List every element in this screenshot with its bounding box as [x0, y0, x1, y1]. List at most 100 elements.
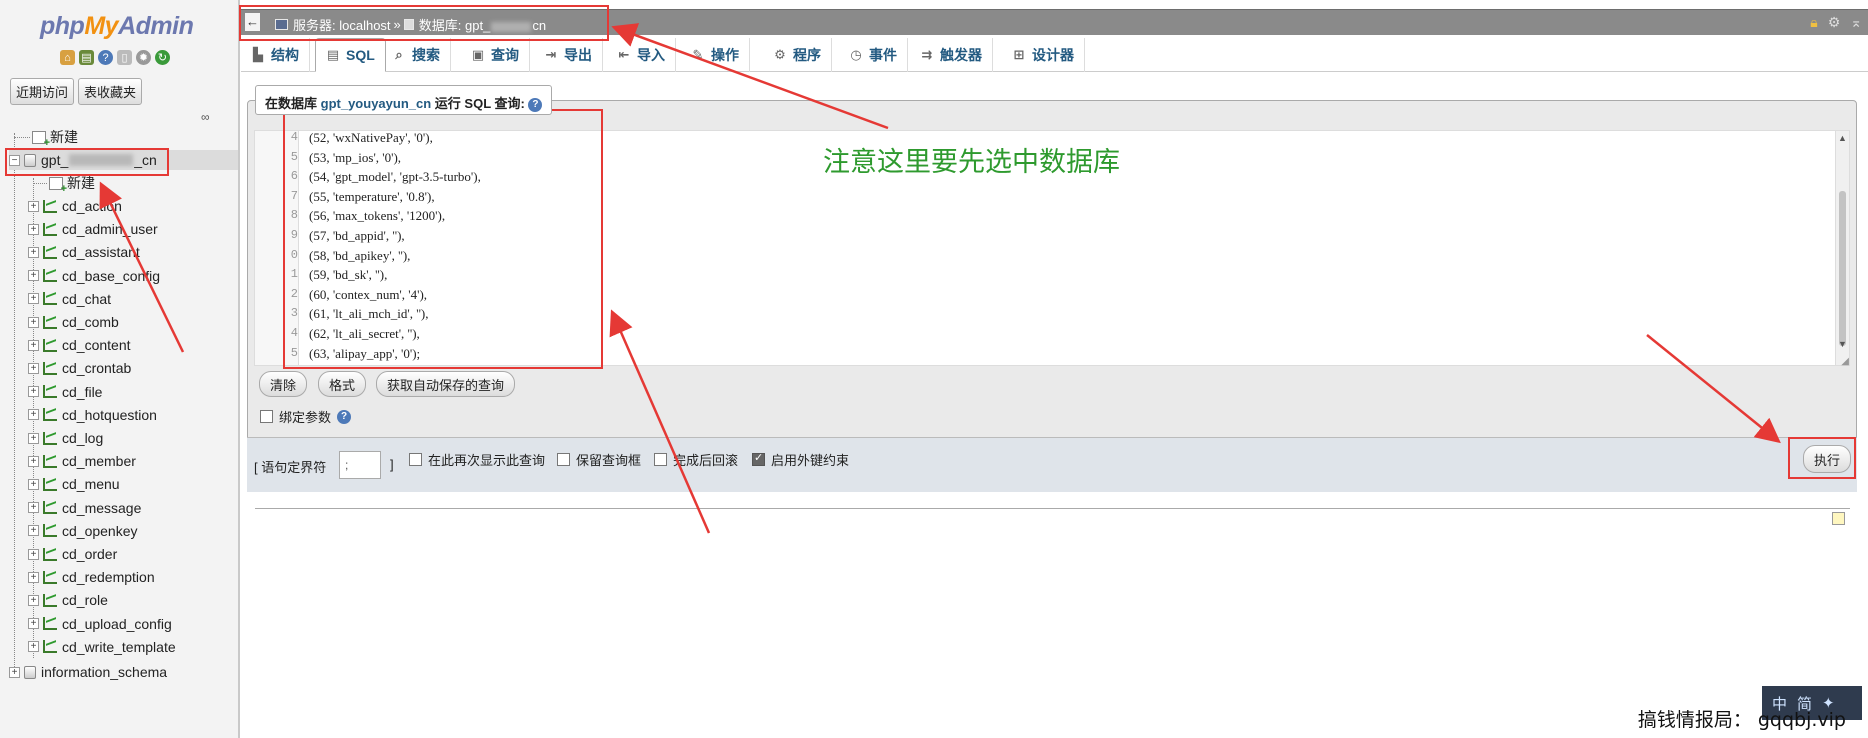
show-query-again-option[interactable]: 在此再次显示此查询: [409, 450, 545, 469]
recent-tab[interactable]: 近期访问: [10, 78, 75, 105]
tree-table-item[interactable]: + cd_openkey: [28, 521, 138, 541]
expand-icon[interactable]: +: [28, 339, 39, 351]
tree-table-item[interactable]: + cd_admin_user: [28, 219, 158, 239]
tree-table-item[interactable]: + cd_redemption: [28, 567, 155, 587]
tree-new-table[interactable]: 新建: [33, 173, 95, 195]
tree-table-item[interactable]: + cd_base_config: [28, 266, 160, 286]
foreign-key-checkbox[interactable]: [752, 451, 765, 466]
expand-icon[interactable]: +: [9, 666, 20, 678]
scroll-up-icon[interactable]: ▲: [1838, 133, 1847, 143]
expand-icon[interactable]: +: [28, 270, 39, 282]
tree-table-item[interactable]: + cd_content: [28, 335, 131, 355]
expand-icon[interactable]: +: [28, 571, 39, 583]
expand-icon[interactable]: +: [28, 618, 39, 630]
format-button[interactable]: 格式: [318, 371, 367, 397]
expand-icon[interactable]: +: [28, 641, 39, 653]
delimiter-label-close: ]: [390, 457, 394, 472]
tree-database-information-schema[interactable]: + information_schema: [9, 662, 167, 682]
table-icon: [43, 315, 57, 329]
clear-button[interactable]: 清除: [259, 371, 308, 397]
tree-table-item[interactable]: + cd_menu: [28, 474, 120, 494]
keep-query-box-checkbox[interactable]: [557, 453, 570, 466]
console-note-icon[interactable]: [1832, 512, 1845, 525]
tab-query[interactable]: ▣ 查询: [461, 38, 530, 72]
expand-icon[interactable]: +: [28, 478, 39, 490]
expand-icon[interactable]: +: [28, 386, 39, 398]
expand-icon[interactable]: +: [28, 316, 39, 328]
annotation-box-database: [5, 148, 169, 176]
tree-table-item[interactable]: + cd_role: [28, 590, 108, 610]
triggers-icon: ⇉: [921, 47, 933, 62]
help-icon[interactable]: ?: [528, 97, 543, 112]
bind-params-checkbox[interactable]: [260, 410, 273, 423]
tree-table-item[interactable]: + cd_assistant: [28, 242, 140, 262]
tree-table-item[interactable]: + cd_action: [28, 196, 122, 216]
sql-panel-legend: 在数据库 gpt_youyayun_cn 运行 SQL 查询: ?: [255, 85, 553, 115]
collapse-top-icon[interactable]: ⌅: [1850, 14, 1862, 31]
tab-import[interactable]: ⇤ 导入: [607, 38, 676, 72]
operations-icon: ✎: [692, 47, 704, 62]
foreign-key-option[interactable]: 启用外键约束: [752, 450, 849, 469]
tab-export[interactable]: ⇥ 导出: [534, 38, 603, 72]
expand-icon[interactable]: +: [28, 223, 39, 235]
divider: [255, 508, 1850, 509]
docs-icon[interactable]: ▯: [117, 50, 132, 65]
scroll-down-icon[interactable]: ▼: [1838, 339, 1847, 349]
tree-table-item[interactable]: + cd_log: [28, 428, 103, 448]
keep-query-box-option[interactable]: 保留查询框: [557, 450, 641, 469]
expand-icon[interactable]: +: [28, 594, 39, 606]
gear-icon[interactable]: ⚙: [1828, 14, 1841, 31]
tree-table-item[interactable]: + cd_member: [28, 451, 136, 471]
home-icon[interactable]: ⌂: [60, 50, 75, 65]
expand-icon[interactable]: +: [28, 409, 39, 421]
resize-handle-icon[interactable]: ◢: [1841, 356, 1849, 367]
tree-table-item[interactable]: + cd_upload_config: [28, 614, 172, 634]
scroll-thumb[interactable]: [1839, 191, 1846, 346]
tree-table-item[interactable]: + cd_hotquestion: [28, 405, 157, 425]
tree-table-item[interactable]: + cd_comb: [28, 312, 119, 332]
settings-icon[interactable]: ✹: [136, 50, 151, 65]
legend-database-link[interactable]: gpt_youyayun_cn: [321, 96, 432, 111]
favorites-tab[interactable]: 表收藏夹: [78, 78, 143, 105]
reload-icon[interactable]: ↻: [155, 50, 170, 65]
tab-operations[interactable]: ✎ 操作: [681, 38, 750, 72]
show-query-again-checkbox[interactable]: [409, 453, 422, 466]
tree-table-item[interactable]: + cd_file: [28, 382, 102, 402]
tree-new-database[interactable]: 新建: [14, 127, 78, 149]
tab-structure[interactable]: ▙ 结构: [241, 38, 310, 72]
autosave-query-button[interactable]: 获取自动保存的查询: [376, 371, 516, 397]
expand-icon[interactable]: +: [28, 200, 39, 212]
delimiter-input[interactable]: [339, 451, 381, 479]
rollback-checkbox[interactable]: [654, 453, 667, 466]
expand-icon[interactable]: +: [28, 293, 39, 305]
phpmyadmin-logo[interactable]: phpMyAdmin: [40, 12, 194, 41]
expand-icon[interactable]: +: [28, 432, 39, 444]
bind-params-option[interactable]: 绑定参数 ?: [260, 407, 352, 426]
tree-table-item[interactable]: + cd_write_template: [28, 637, 176, 657]
expand-icon[interactable]: +: [28, 362, 39, 374]
expand-icon[interactable]: +: [28, 502, 39, 514]
editor-scrollbar[interactable]: ▲ ▼: [1835, 131, 1849, 365]
tab-events[interactable]: ◷ 事件: [839, 38, 908, 72]
table-icon: [43, 640, 57, 654]
link-with-main-icon[interactable]: ∞: [201, 110, 210, 124]
tree-table-item[interactable]: + cd_order: [28, 544, 117, 564]
lock-icon[interactable]: 🔒︎: [1810, 14, 1817, 31]
tree-table-item[interactable]: + cd_chat: [28, 289, 111, 309]
expand-icon[interactable]: +: [28, 548, 39, 560]
tab-triggers[interactable]: ⇉ 触发器: [910, 38, 993, 72]
expand-icon[interactable]: +: [28, 525, 39, 537]
rollback-option[interactable]: 完成后回滚: [654, 450, 738, 469]
logout-icon[interactable]: ▤: [79, 50, 94, 65]
help-icon[interactable]: ?: [98, 50, 113, 65]
tab-routines[interactable]: ⚙ 程序: [763, 38, 832, 72]
tree-table-item[interactable]: + cd_crontab: [28, 358, 131, 378]
structure-icon: ▙: [253, 47, 263, 62]
tree-table-item[interactable]: + cd_message: [28, 498, 141, 518]
tab-sql[interactable]: ▤ SQL: [315, 38, 386, 72]
expand-icon[interactable]: +: [28, 246, 39, 258]
tab-search[interactable]: ⌕ 搜索: [382, 38, 451, 72]
expand-icon[interactable]: +: [28, 455, 39, 467]
help-icon[interactable]: ?: [337, 409, 352, 424]
tab-designer[interactable]: ⊞ 设计器: [1002, 38, 1085, 72]
